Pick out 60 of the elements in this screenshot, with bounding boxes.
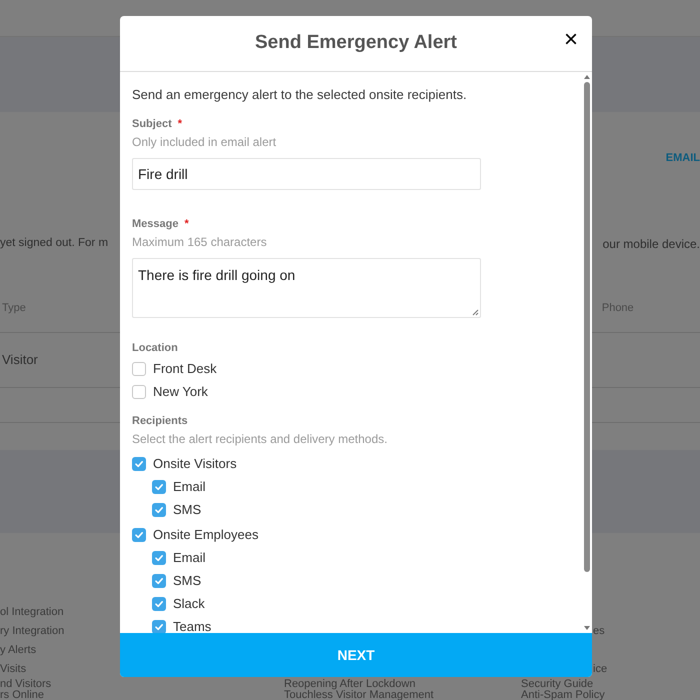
- delivery-method: Slack: [173, 594, 205, 613]
- next-button[interactable]: NEXT: [120, 633, 592, 677]
- checkmark-icon: [154, 482, 164, 492]
- subject-label: Subject: [132, 116, 172, 132]
- scroll-down-icon[interactable]: [583, 625, 591, 631]
- footer-link[interactable]: Reopening After Lockdown: [284, 678, 416, 690]
- close-button[interactable]: ×: [564, 28, 578, 52]
- hint-text: Only included in email alert: [132, 134, 278, 151]
- location-label: Location: [132, 340, 178, 356]
- footer-link[interactable]: es: [593, 624, 605, 636]
- checkmark-icon: [154, 622, 164, 632]
- footer-link[interactable]: y Alerts: [0, 644, 36, 656]
- checkmark-icon: [154, 576, 164, 586]
- recipient-group: Onsite Employees: [153, 524, 258, 544]
- notice-text: yet signed out. For m: [0, 236, 108, 252]
- email-link[interactable]: EMAIL: [666, 150, 700, 166]
- location-option: New York: [153, 382, 208, 402]
- delivery-method: Email: [173, 478, 206, 496]
- recipient-group: Onsite Visitors: [153, 454, 237, 474]
- checkbox[interactable]: [152, 480, 166, 494]
- location-option: Front Desk: [153, 358, 217, 378]
- footer-link[interactable]: ry Integration: [0, 624, 64, 636]
- checkbox[interactable]: [132, 362, 146, 376]
- hint-text: Select the alert recipients and delivery methods.: [132, 431, 388, 448]
- checkbox[interactable]: [152, 596, 166, 610]
- checkbox[interactable]: [152, 574, 166, 588]
- checkmark-icon: [134, 530, 144, 540]
- footer-link[interactable]: Security Guide: [521, 678, 594, 690]
- notice-text: our mobile device.: [602, 236, 700, 253]
- required-mark: *: [184, 218, 189, 230]
- footer-link[interactable]: rs Online: [0, 689, 44, 700]
- checkbox[interactable]: [152, 620, 166, 633]
- hint-text: Maximum 165 characters: [132, 234, 268, 251]
- checkbox[interactable]: [132, 384, 146, 398]
- delivery-method: SMS: [173, 500, 202, 519]
- checkbox[interactable]: [132, 528, 146, 542]
- recipients-label: Recipients: [132, 414, 188, 429]
- checkbox[interactable]: [152, 502, 166, 516]
- checkbox[interactable]: [152, 550, 166, 564]
- message-label: Message: [132, 216, 178, 232]
- footer-link[interactable]: ice: [593, 662, 608, 674]
- delivery-method: SMS: [173, 572, 202, 590]
- checkbox[interactable]: [132, 456, 146, 470]
- dialog-title: Send Emergency Alert: [254, 31, 458, 56]
- resize-handle-icon[interactable]: [472, 309, 479, 316]
- checkmark-icon: [154, 598, 164, 608]
- delivery-method: Email: [173, 548, 206, 567]
- required-mark: *: [178, 118, 182, 130]
- table-cell-text: Visitor: [1, 351, 38, 370]
- delivery-method: Teams: [173, 618, 212, 633]
- message-field[interactable]: There is fire drill going on: [132, 258, 481, 318]
- subject-field[interactable]: Fire drill: [132, 158, 481, 190]
- scroll-up-icon[interactable]: [583, 74, 591, 80]
- checkmark-icon: [154, 504, 164, 514]
- footer-link[interactable]: ol Integration: [0, 606, 64, 618]
- checkmark-icon: [154, 552, 164, 562]
- footer-link[interactable]: nd Visitors: [0, 678, 52, 690]
- checkmark-icon: [134, 458, 144, 468]
- intro-text: Send an emergency alert to the selected onsite recipients.: [132, 86, 468, 104]
- footer-link[interactable]: Visits: [0, 662, 26, 674]
